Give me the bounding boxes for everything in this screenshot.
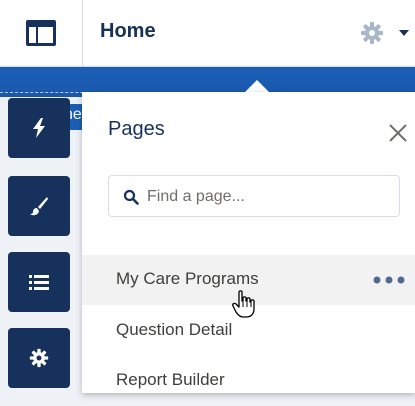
hand-cursor-icon [232,290,255,318]
search-box[interactable] [108,175,400,218]
pages-panel: Pages My Care Programs Question Detail R… [82,92,415,393]
rail-theme-button[interactable] [8,176,70,236]
more-options-icon[interactable] [372,273,406,287]
list-icon [29,275,49,290]
page-title: Home [100,20,156,42]
rail-components-button[interactable] [8,98,70,158]
rail-settings-button[interactable] [8,328,70,388]
rail-pages-button[interactable] [8,252,70,312]
close-icon[interactable] [387,122,409,144]
top-header: Home [0,0,415,67]
page-item-label: Question Detail [116,320,233,339]
page-item-label: Report Builder [116,370,225,389]
app-launcher-icon [26,20,56,46]
search-icon [123,189,139,205]
panel-pointer [245,80,269,92]
lightning-icon [33,118,45,138]
panel-title: Pages [108,118,165,140]
chevron-down-icon[interactable] [398,28,410,38]
app-launcher-button[interactable] [0,0,83,66]
list-item[interactable]: Report Builder [82,356,415,406]
paint-brush-icon [30,197,48,216]
search-input[interactable] [145,176,389,218]
gear-icon [29,348,49,368]
gear-icon[interactable] [360,21,384,45]
page-item-label: My Care Programs [116,269,259,288]
